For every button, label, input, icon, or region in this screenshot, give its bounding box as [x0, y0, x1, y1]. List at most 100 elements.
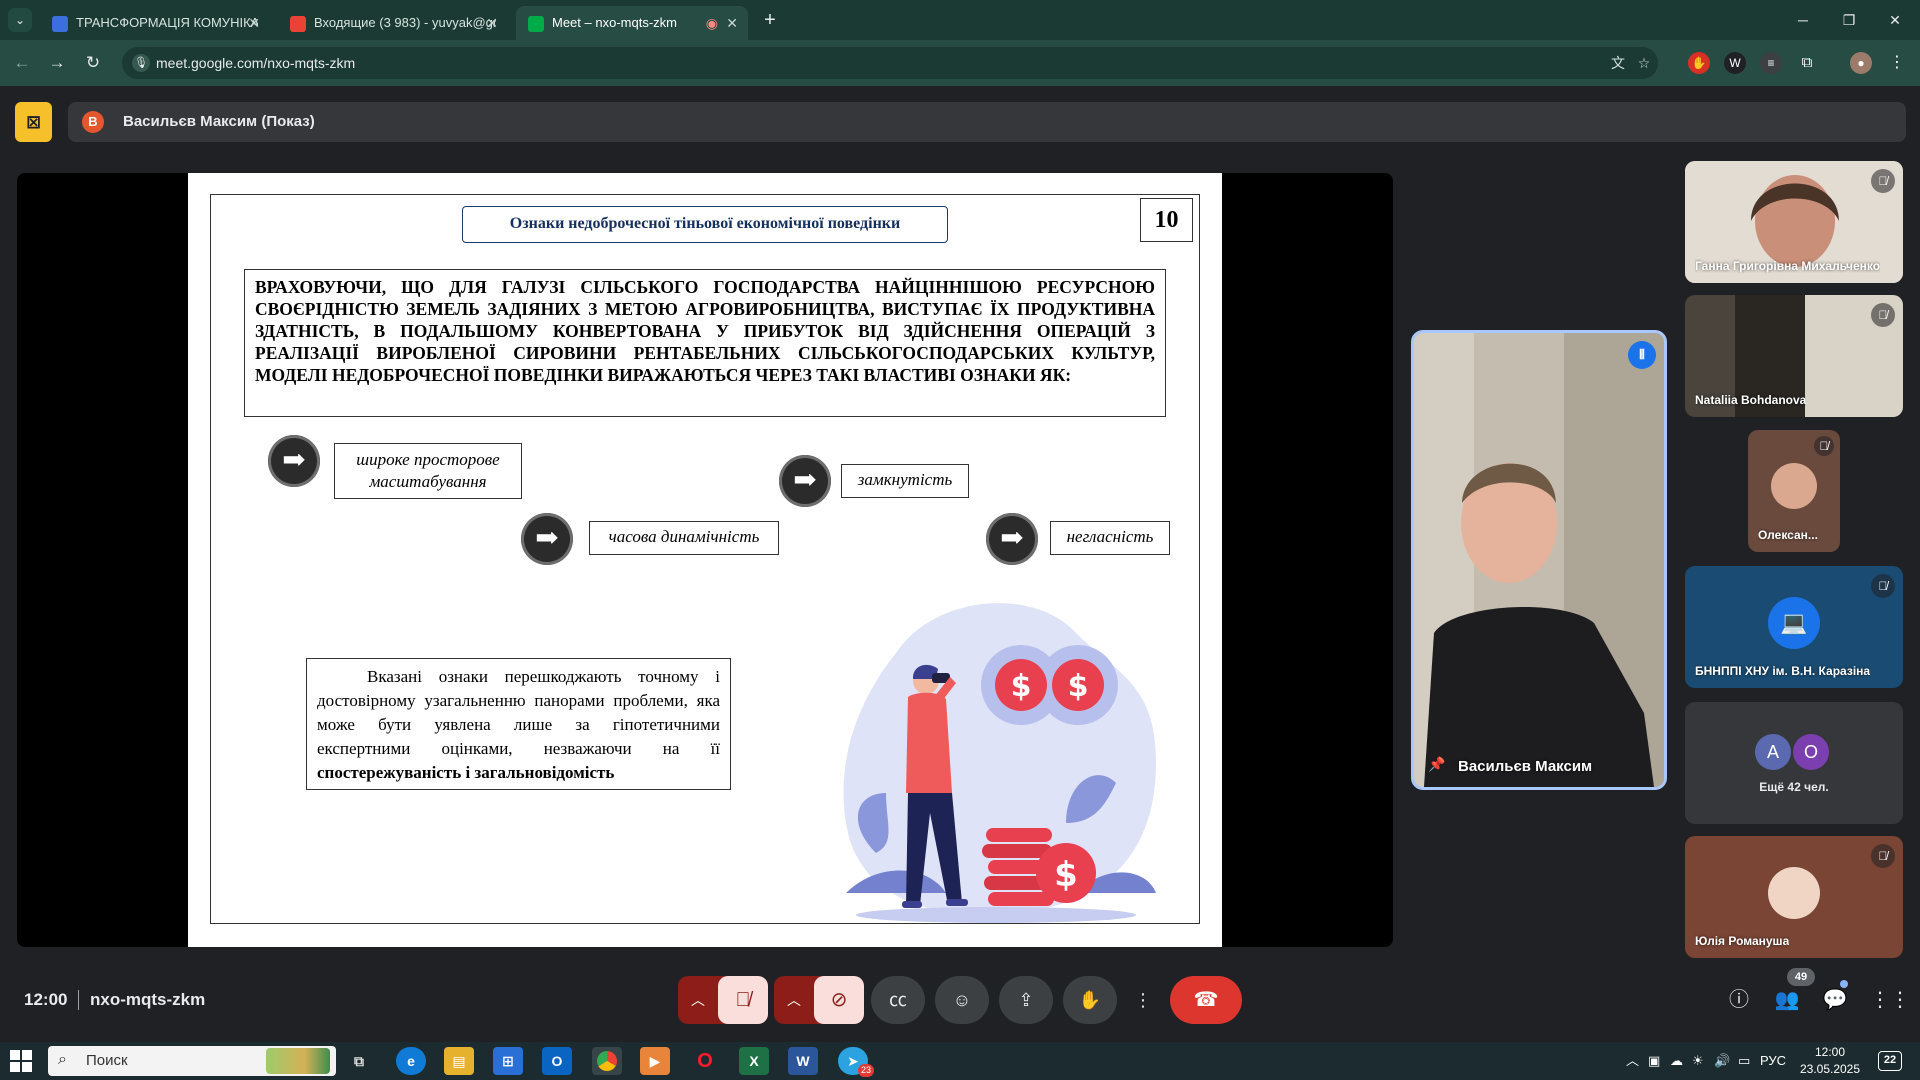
store-icon[interactable]: ⊞: [493, 1047, 523, 1075]
tray-volume-icon[interactable]: 🔊: [1714, 1042, 1730, 1080]
arrow-right-icon: ➡: [779, 455, 831, 507]
tab-meet[interactable]: Meet – nxo-mqts-zkm ◉ ✕: [516, 6, 748, 40]
participant-tile[interactable]: 🎙̸ Олексан...: [1748, 430, 1840, 552]
clock-time: 12:00: [1814, 1045, 1846, 1059]
chat-unread-dot: [1840, 980, 1848, 988]
extension-pdf-icon[interactable]: ✋: [1688, 52, 1710, 74]
camera-options-chevron-icon[interactable]: ︿: [774, 976, 814, 1024]
dollar-icon: $: [1054, 855, 1078, 895]
microphone-icon[interactable]: 🎙: [132, 54, 150, 72]
raise-hand-button[interactable]: ✋: [1063, 976, 1117, 1024]
presenter-info: В Васильєв Максим (Показ): [68, 102, 1906, 142]
media-player-icon[interactable]: ▶: [640, 1047, 670, 1075]
minimize-button[interactable]: ─: [1780, 8, 1826, 32]
search-placeholder: Поиск: [86, 1052, 128, 1069]
new-tab-button[interactable]: +: [758, 8, 782, 32]
participant-tile[interactable]: 🎙̸ Nataliia Bohdanova: [1685, 295, 1903, 417]
presentation-stage: Ознаки недоброчесної тіньової економічно…: [17, 173, 1393, 947]
mic-off-button[interactable]: 🎙̸: [718, 976, 768, 1024]
word-icon[interactable]: W: [788, 1047, 818, 1075]
activities-grid-icon[interactable]: ⋮⋮: [1870, 986, 1910, 1014]
more-participants-tile[interactable]: А О Ещё 42 чел.: [1685, 702, 1903, 824]
participant-tile[interactable]: 🎙̸ Ганна Григорівна Михальченко: [1685, 161, 1903, 283]
tray-weather-icon[interactable]: ☀: [1692, 1042, 1704, 1080]
task-view-icon[interactable]: ⧉: [344, 1047, 374, 1075]
slide: Ознаки недоброчесної тіньової економічно…: [188, 173, 1222, 947]
taskbar-search[interactable]: ⌕ Поиск: [48, 1046, 336, 1076]
participant-tile[interactable]: 🎙̸ Юлія Романуша: [1685, 836, 1903, 958]
mic-options-chevron-icon[interactable]: ︿: [678, 976, 718, 1024]
taskbar-clock[interactable]: 12:00 23.05.2025: [1790, 1044, 1870, 1078]
reactions-button[interactable]: ☺: [935, 976, 989, 1024]
url-text[interactable]: meet.google.com/nxo-mqts-zkm: [156, 47, 355, 79]
feature-box-dynamics: часова динамічність: [589, 521, 779, 555]
stop-presenting-button[interactable]: ⊠: [15, 102, 52, 142]
browser-menu-icon[interactable]: ⋮: [1886, 52, 1908, 74]
chrome-icon[interactable]: [592, 1047, 622, 1075]
profile-avatar[interactable]: ●: [1850, 52, 1872, 74]
meeting-info-icon[interactable]: ⓘ: [1725, 986, 1753, 1014]
opera-icon[interactable]: O: [690, 1047, 720, 1075]
tray-network-icon[interactable]: ▭: [1738, 1042, 1750, 1080]
note-text: Вказані ознаки перешкоджають точному і д…: [317, 667, 720, 758]
back-button[interactable]: ←: [10, 51, 34, 75]
tray-app-icon[interactable]: ▣: [1648, 1042, 1660, 1080]
note-bold-text: спостережуваність і загальновідомість: [317, 763, 615, 782]
participant-avatar: О: [1793, 734, 1829, 770]
excel-icon[interactable]: X: [739, 1047, 769, 1075]
windows-taskbar: ⌕ Поиск ⧉ e ▤ ⊞ O ▶ O X W ➤ 23 ︿ ▣ ☁ ☀ 🔊…: [0, 1042, 1920, 1080]
keyboard-language[interactable]: РУС: [1760, 1042, 1786, 1080]
arrow-right-icon: ➡: [986, 513, 1038, 565]
windows-start-icon[interactable]: [10, 1050, 32, 1072]
tab-search-button[interactable]: ⌄: [8, 8, 32, 32]
meeting-code: nxo-mqts-zkm: [90, 990, 206, 1009]
tab-transformation[interactable]: ТРАНСФОРМАЦІЯ КОМУНІКАЦ ✕: [40, 6, 270, 40]
tray-cloud-icon[interactable]: ☁: [1670, 1042, 1683, 1080]
bookmark-star-icon[interactable]: ☆: [1634, 53, 1654, 73]
feature-label: негласність: [1066, 527, 1154, 546]
tab-gmail[interactable]: Входящие (3 983) - yuvyak@gm ✕: [278, 6, 508, 40]
camera-off-button[interactable]: ⊘: [814, 976, 864, 1024]
extensions-puzzle-icon[interactable]: ⧉: [1796, 52, 1818, 74]
notification-center-icon[interactable]: 22: [1878, 1051, 1902, 1071]
close-window-button[interactable]: ✕: [1872, 8, 1918, 32]
mic-off-icon: 🎙̸: [1871, 169, 1895, 193]
chat-icon[interactable]: 💬: [1821, 986, 1849, 1014]
feature-box-secrecy: негласність: [1050, 521, 1170, 555]
extension-stack-icon[interactable]: ≡: [1760, 52, 1782, 74]
divider: [78, 990, 79, 1010]
participant-count-badge: 49: [1787, 968, 1815, 986]
slide-note: Вказані ознаки перешкоджають точному і д…: [306, 658, 731, 790]
presenter-avatar: В: [82, 111, 104, 133]
pin-icon[interactable]: 📌: [1428, 756, 1445, 773]
feature-label: замкнутість: [857, 470, 953, 489]
edge-icon[interactable]: e: [396, 1047, 426, 1075]
close-icon[interactable]: ✕: [248, 6, 260, 40]
present-screen-button[interactable]: ⇪: [999, 976, 1053, 1024]
more-participants-label: Ещё 42 чел.: [1759, 780, 1829, 794]
more-options-button[interactable]: ⋮: [1127, 976, 1159, 1024]
speaker-tile[interactable]: ⦀ 📌 Васильєв Максим: [1411, 330, 1667, 790]
reload-button[interactable]: ↻: [81, 51, 105, 75]
close-icon[interactable]: ✕: [486, 6, 498, 40]
slide-title: Ознаки недоброчесної тіньової економічно…: [462, 206, 948, 243]
mic-off-icon: 🎙̸: [1871, 844, 1895, 868]
forward-button[interactable]: →: [45, 51, 69, 75]
feature-label: часова динамічність: [608, 527, 760, 546]
tab-title: Входящие (3 983) - yuvyak@gm: [314, 15, 496, 30]
file-explorer-icon[interactable]: ▤: [444, 1047, 474, 1075]
outlook-icon[interactable]: O: [542, 1047, 572, 1075]
speaker-video: [1414, 333, 1664, 787]
participant-tile[interactable]: 💻 🎙̸ БННППІ ХНУ ім. В.Н. Каразіна: [1685, 566, 1903, 688]
leave-call-button[interactable]: ☎: [1170, 976, 1242, 1024]
translate-icon[interactable]: 文: [1608, 53, 1628, 73]
participant-name: Nataliia Bohdanova: [1695, 393, 1807, 407]
close-icon[interactable]: ✕: [726, 6, 738, 40]
extension-w-icon[interactable]: W: [1724, 52, 1746, 74]
people-icon[interactable]: 👥: [1773, 986, 1801, 1014]
slide-number: 10: [1140, 198, 1193, 242]
address-bar[interactable]: 🎙 meet.google.com/nxo-mqts-zkm 文 ☆: [122, 47, 1658, 79]
captions-button[interactable]: ㏄: [871, 976, 925, 1024]
restore-button[interactable]: ❐: [1826, 8, 1872, 32]
tray-overflow-chevron-icon[interactable]: ︿: [1626, 1042, 1639, 1080]
